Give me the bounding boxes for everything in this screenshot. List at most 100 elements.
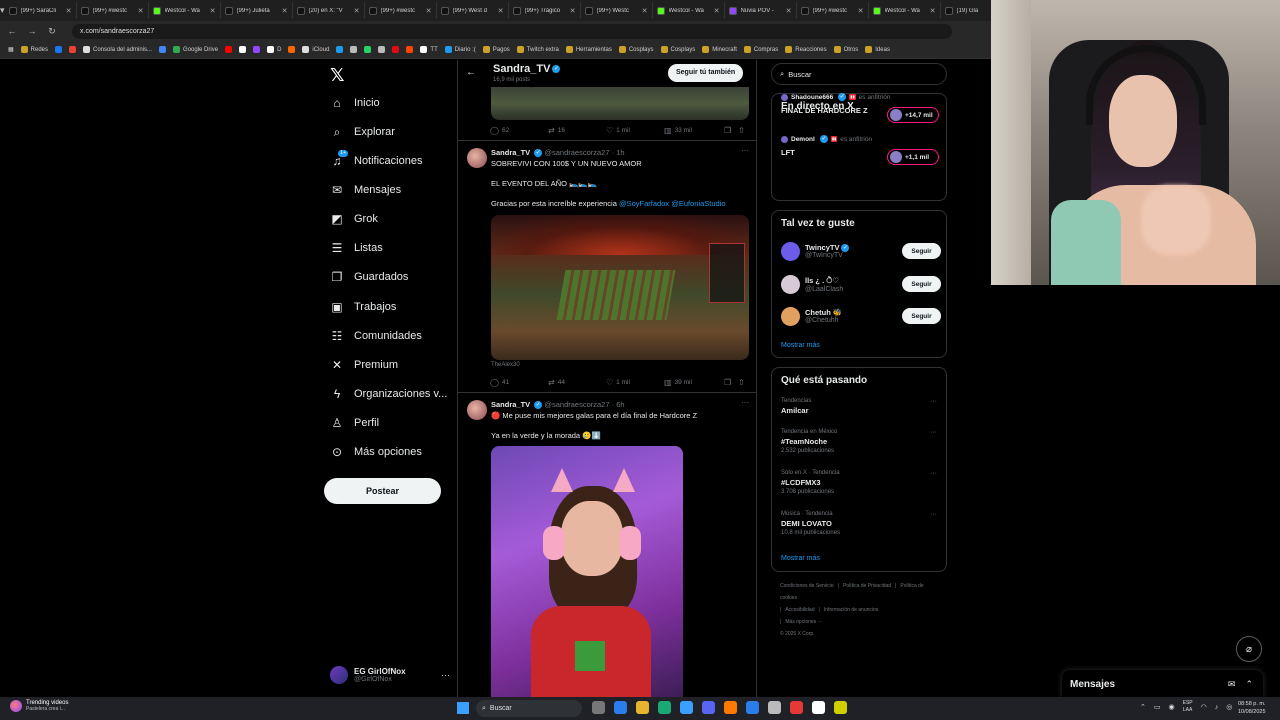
- new-message-icon[interactable]: ✉: [1228, 679, 1236, 690]
- more-icon[interactable]: ···: [441, 670, 450, 680]
- footer-link[interactable]: Más opciones ···: [785, 619, 822, 625]
- follow-button[interactable]: Seguir: [902, 276, 941, 292]
- bookmark-item[interactable]: Diario :(: [444, 46, 476, 53]
- nav-item-inicio[interactable]: ⌂ Inicio: [330, 96, 379, 110]
- messages-drawer[interactable]: Mensajes ✉ ⌃: [1062, 670, 1263, 698]
- bookmark-item[interactable]: TT: [420, 46, 438, 53]
- nav-item-mensajes[interactable]: ✉ Mensajes: [330, 183, 401, 197]
- wifi-icon[interactable]: ◠: [1201, 703, 1207, 711]
- bookmark-item[interactable]: Otros: [833, 46, 858, 53]
- trend-item[interactable]: Solo en X · Tendencia #LCDFMX3 3.708 publi…: [781, 470, 941, 495]
- close-icon[interactable]: ✕: [282, 7, 288, 15]
- reply-button[interactable]: ◯ 41: [490, 378, 548, 387]
- taskbar-app-icon[interactable]: [812, 701, 825, 714]
- account-switcher[interactable]: EG GirlOfNox @GirlOfNox ···: [330, 663, 450, 687]
- more-icon[interactable]: ···: [930, 470, 937, 477]
- bookmark-item[interactable]: [392, 46, 400, 53]
- taskbar-app-icon[interactable]: [768, 701, 781, 714]
- grok-icon[interactable]: ⌀: [1236, 636, 1262, 662]
- taskbar-search[interactable]: ⌕ Buscar: [476, 700, 582, 717]
- listeners-pill[interactable]: +1,1 mil: [887, 149, 939, 165]
- browser-tab[interactable]: Westcol - Wa ✕: [149, 2, 221, 19]
- trend-item[interactable]: Tendencia en México #TeamNoche 2.532 publi…: [781, 429, 941, 454]
- bookmark-item[interactable]: Pagos: [482, 46, 510, 53]
- bookmark-item[interactable]: [364, 46, 372, 53]
- show-more-link[interactable]: Mostrar más: [781, 342, 820, 349]
- browser-tab[interactable]: (99+) SaraCli ✕: [5, 2, 77, 19]
- bookmark-item[interactable]: [336, 46, 344, 53]
- taskbar-app-icon[interactable]: [636, 701, 649, 714]
- taskbar-app-icon[interactable]: [834, 701, 847, 714]
- clock[interactable]: 08:58 p. m. 10/08/2025: [1238, 700, 1266, 716]
- suggestion-item[interactable]: Chetuh 🐝 @Chetuhh Seguir: [781, 304, 941, 328]
- browser-tab[interactable]: Westcol - Wa ✕: [869, 2, 941, 19]
- browser-tab[interactable]: (99+) #westc ✕: [797, 2, 869, 19]
- bookmark-item[interactable]: Minecraft: [702, 46, 737, 53]
- bookmark-item[interactable]: iCloud: [302, 46, 329, 53]
- bookmark-item[interactable]: [159, 46, 167, 53]
- close-icon[interactable]: ✕: [66, 7, 72, 15]
- bookmark-item[interactable]: Google Drive: [173, 46, 218, 53]
- speaker-icon[interactable]: ♪: [1215, 704, 1219, 711]
- taskbar-app-icon[interactable]: [592, 701, 605, 714]
- mention-link[interactable]: @SoyFarfadox: [619, 199, 669, 208]
- bookmark-item[interactable]: [69, 46, 77, 53]
- browser-tab[interactable]: (99+) Westc ✕: [581, 2, 653, 19]
- nav-item-listas[interactable]: ☰ Listas: [330, 241, 383, 255]
- bookmark-item[interactable]: [225, 46, 233, 53]
- tweet-media-minecraft[interactable]: [491, 87, 749, 120]
- apps-icon[interactable]: ▦: [8, 46, 14, 53]
- taskbar-app-icon[interactable]: [790, 701, 803, 714]
- footer-link[interactable]: Política de Privacidad: [843, 583, 891, 589]
- nav-item-explorar[interactable]: ⌕ Explorar: [330, 125, 395, 139]
- browser-tab[interactable]: (20) en X: "V ✕: [293, 2, 365, 19]
- mention-link[interactable]: @EufoniaStudio: [671, 199, 725, 208]
- share-button[interactable]: ⇧: [738, 126, 745, 135]
- tweet-media-photo[interactable]: [491, 446, 683, 700]
- browser-tab[interactable]: Nuvia POV - ✕: [725, 2, 797, 19]
- nav-item-notificaciones[interactable]: ♫ 1+ Notificaciones: [330, 150, 422, 168]
- browser-tab[interactable]: (19) Gla✕: [941, 2, 992, 19]
- reply-button[interactable]: ◯ 62: [490, 126, 548, 135]
- close-icon[interactable]: ✕: [858, 7, 864, 15]
- nav-item-premium[interactable]: ✕ Premium: [330, 358, 398, 372]
- browser-tab[interactable]: Westcol - Wa ✕: [653, 2, 725, 19]
- listeners-pill[interactable]: +14,7 mil: [887, 107, 939, 123]
- follow-button[interactable]: Seguir: [902, 308, 941, 324]
- browser-tab[interactable]: (99+) Julieta ✕: [221, 2, 293, 19]
- browser-tab[interactable]: (99+) West d ✕: [437, 2, 509, 19]
- close-icon[interactable]: ✕: [786, 7, 792, 15]
- taskbar-app-icon[interactable]: [724, 701, 737, 714]
- browser-tab[interactable]: (99+) Trágico ✕: [509, 2, 581, 19]
- avatar[interactable]: [467, 148, 487, 168]
- close-icon[interactable]: ✕: [930, 7, 936, 15]
- reload-icon[interactable]: ↻: [46, 26, 58, 37]
- bookmark-item[interactable]: Cosplays: [660, 46, 695, 53]
- browser-tab[interactable]: (99+) #westc ✕: [77, 2, 149, 19]
- like-button[interactable]: ♡ 1 mil: [606, 126, 664, 135]
- bookmark-item[interactable]: Compras: [743, 46, 778, 53]
- bookmark-item[interactable]: Ideas: [865, 46, 890, 53]
- bookmark-item[interactable]: [55, 46, 63, 53]
- views-button[interactable]: ▥ 39 mil: [664, 378, 724, 387]
- chevron-up-icon[interactable]: ⌃: [1140, 703, 1146, 711]
- taskbar-app-icon[interactable]: [658, 701, 671, 714]
- bookmark-item[interactable]: [406, 46, 414, 53]
- post-button[interactable]: Postear: [324, 478, 441, 504]
- close-icon[interactable]: ✕: [714, 7, 720, 15]
- battery-icon[interactable]: ▭: [1154, 703, 1161, 711]
- x-logo-icon[interactable]: 𝕏: [330, 65, 345, 86]
- close-icon[interactable]: ✕: [642, 7, 648, 15]
- close-icon[interactable]: ✕: [210, 7, 216, 15]
- bookmark-button[interactable]: ❐: [724, 126, 738, 135]
- browser-tab[interactable]: (99+) #westc ✕: [365, 2, 437, 19]
- tweet-more-icon[interactable]: ···: [741, 398, 749, 407]
- suggestion-item[interactable]: TwincyTV ✓ @TwIncyTV Seguir: [781, 239, 941, 263]
- bookmark-item[interactable]: D: [267, 46, 281, 53]
- language-indicator[interactable]: ESP LAA: [1183, 700, 1193, 714]
- url-input[interactable]: x.com/sandraescorza27: [72, 23, 952, 39]
- footer-link[interactable]: © 2025 X Corp.: [780, 631, 815, 637]
- nav-item-guardados[interactable]: ❐ Guardados: [330, 270, 409, 284]
- taskbar-app-icon[interactable]: [680, 701, 693, 714]
- trend-item[interactable]: Música · Tendencia DEMI LOVATO 10,8 mil pu…: [781, 511, 941, 536]
